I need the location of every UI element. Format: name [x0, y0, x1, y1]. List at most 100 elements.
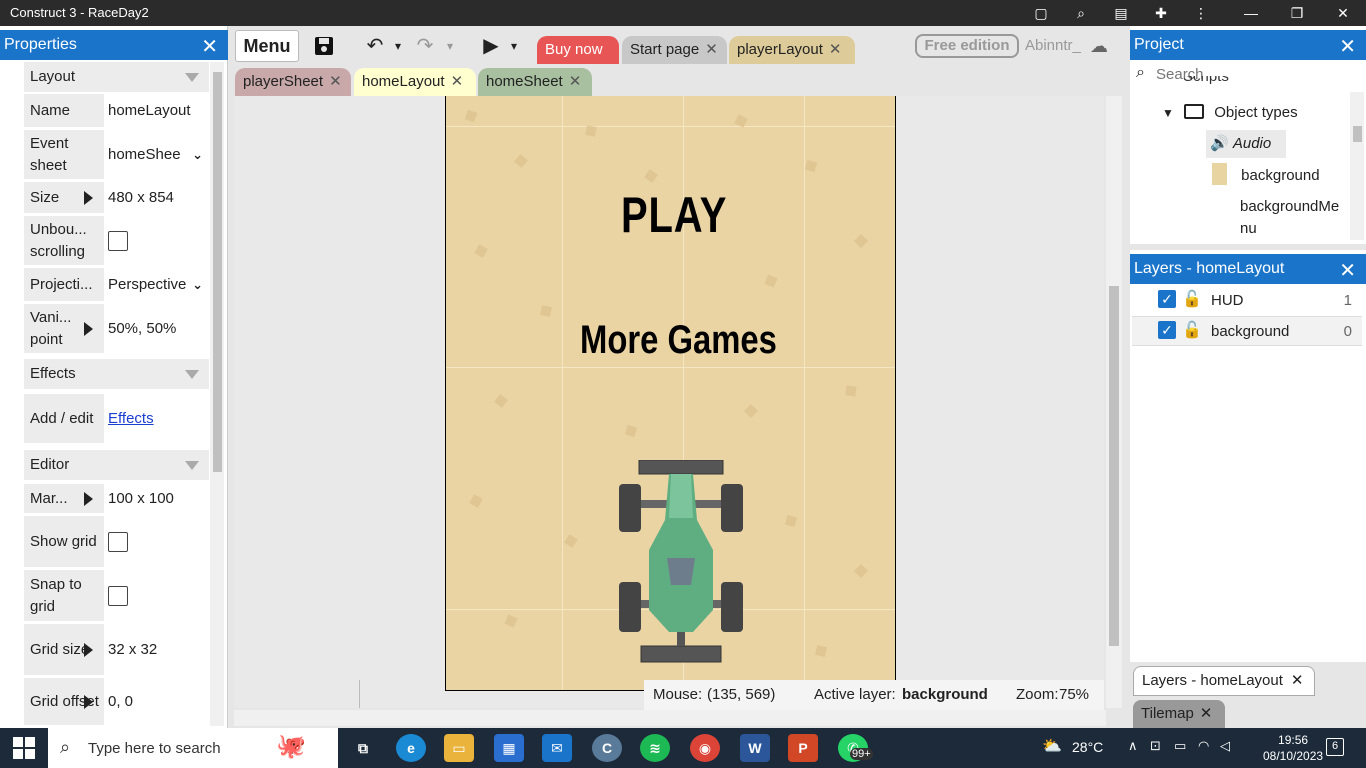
addons-icon[interactable]: ✚	[1150, 3, 1172, 23]
task-view-icon[interactable]: ⧉	[348, 734, 378, 762]
taskbar-search-box[interactable]: ⌕ Type here to search 🐙	[48, 728, 338, 768]
close-tab-icon[interactable]: ✕	[569, 73, 582, 90]
weather-icon[interactable]: ⛅	[1042, 736, 1062, 756]
minimize-icon[interactable]: —	[1240, 3, 1262, 23]
effects-link[interactable]: Effects	[108, 410, 154, 427]
player-layout-tab[interactable]: playerLayout ✕	[729, 36, 855, 64]
section-editor[interactable]: Editor	[24, 450, 209, 480]
home-sheet-tab[interactable]: homeSheet ✕	[478, 68, 592, 96]
close-tab-icon[interactable]: ✕	[829, 41, 842, 58]
search-icon[interactable]: ⌕	[1070, 3, 1092, 23]
more-options-icon[interactable]: ⋮	[1190, 3, 1212, 23]
close-layers-icon[interactable]: ✕	[1339, 258, 1356, 283]
prop-grid-size-value[interactable]: 32 x 32	[104, 624, 209, 675]
close-window-icon[interactable]: ✕	[1332, 3, 1354, 23]
start-page-tab[interactable]: Start page ✕	[622, 36, 727, 64]
store-icon[interactable]: ▦	[494, 734, 524, 762]
properties-scrollbar[interactable]	[210, 62, 224, 726]
close-tab-icon[interactable]: ✕	[329, 73, 342, 90]
prop-vanishing-value[interactable]: 50%, 50%	[104, 304, 209, 353]
canvas-horizontal-scrollbar[interactable]	[234, 710, 1106, 726]
project-scrollbar[interactable]	[1350, 92, 1364, 240]
chevron-up-icon[interactable]: ∧	[1128, 738, 1138, 754]
expand-icon[interactable]	[84, 694, 93, 709]
tree-item-object-types[interactable]: ▼ Object types	[1162, 104, 1298, 121]
expand-icon[interactable]	[84, 491, 93, 506]
collapse-icon[interactable]	[185, 73, 199, 82]
tree-item-background-menu[interactable]: backgroundMenu	[1240, 196, 1346, 240]
race-car-sprite[interactable]	[617, 460, 745, 666]
collapse-icon[interactable]	[185, 461, 199, 470]
menu-button[interactable]: Menu	[235, 30, 299, 62]
scrollbar-thumb[interactable]	[1109, 286, 1119, 646]
clipboard-icon[interactable]: ▢	[1030, 3, 1052, 23]
close-tab-icon[interactable]: ✕	[705, 41, 718, 58]
construct-app-icon[interactable]: C	[592, 734, 622, 762]
undo-icon[interactable]: ↶	[360, 32, 390, 60]
prop-size-value[interactable]: 480 x 854	[104, 182, 209, 213]
tree-item-scripts[interactable]: Scripts	[1183, 76, 1229, 88]
play-button-text[interactable]: PLAY	[621, 186, 727, 244]
more-games-text[interactable]: More Games	[580, 318, 777, 363]
user-name[interactable]: Abinntr_	[1025, 37, 1081, 54]
cloud-offline-icon[interactable]: ☁	[1090, 36, 1116, 56]
tree-item-audio[interactable]: 🔊 Audio	[1206, 130, 1286, 158]
preview-dropdown-icon[interactable]: ▾	[506, 32, 522, 60]
layer-visible-checkbox[interactable]: ✓	[1158, 290, 1176, 308]
edge-icon[interactable]: e	[396, 734, 426, 762]
close-properties-icon[interactable]: ✕	[201, 34, 218, 59]
redo-icon[interactable]: ↷	[410, 32, 440, 60]
tilemap-bottom-tab[interactable]: Tilemap ✕	[1133, 700, 1225, 728]
layer-row-hud[interactable]: ✓ 🔓 HUD 1	[1132, 286, 1362, 316]
scrollbar-thumb[interactable]	[213, 72, 222, 472]
canvas-vertical-scrollbar[interactable]	[1106, 96, 1122, 708]
restore-icon[interactable]: ❐	[1286, 3, 1308, 23]
close-tab-icon[interactable]: ✕	[451, 73, 464, 90]
section-layout[interactable]: Layout	[24, 62, 209, 92]
temperature[interactable]: 28°C	[1072, 739, 1103, 755]
home-layout-tab[interactable]: homeLayout ✕	[354, 68, 476, 98]
notifications-icon[interactable]: 6	[1326, 738, 1344, 756]
project-search-input[interactable]	[1134, 62, 1352, 86]
snap-grid-checkbox[interactable]	[108, 585, 128, 606]
show-grid-checkbox[interactable]	[108, 531, 128, 552]
unbounded-checkbox[interactable]	[108, 230, 128, 251]
free-edition-badge[interactable]: Free edition	[915, 34, 1019, 58]
section-effects[interactable]: Effects	[24, 359, 209, 389]
buy-now-tab[interactable]: Buy now	[537, 36, 619, 64]
powerpoint-icon[interactable]: P	[788, 734, 818, 762]
prop-event-sheet-select[interactable]: homeShee ⌄	[104, 130, 209, 179]
file-explorer-icon[interactable]: ▭	[444, 734, 474, 762]
clock[interactable]: 19:56 08/10/2023	[1263, 732, 1323, 764]
layer-row-background[interactable]: ✓ 🔓 background 0	[1132, 316, 1362, 346]
unlock-icon[interactable]: 🔓	[1182, 289, 1202, 309]
undo-dropdown-icon[interactable]: ▾	[390, 32, 406, 60]
prop-margins-value[interactable]: 100 x 100	[104, 484, 209, 513]
expand-arrow-icon[interactable]: ▼	[1162, 106, 1174, 120]
file-search-icon[interactable]: ▤	[1110, 3, 1132, 23]
volume-icon[interactable]: ◁	[1220, 738, 1230, 754]
chrome-icon[interactable]: ◉	[690, 734, 720, 762]
battery-icon[interactable]: ▭	[1174, 738, 1186, 754]
redo-dropdown-icon[interactable]: ▾	[442, 32, 458, 60]
expand-icon[interactable]	[84, 321, 93, 336]
player-sheet-tab[interactable]: playerSheet ✕	[235, 68, 351, 96]
expand-icon[interactable]	[84, 642, 93, 657]
expand-icon[interactable]	[84, 190, 93, 205]
windows-start-icon[interactable]	[12, 736, 36, 760]
close-tab-icon[interactable]: ✕	[1291, 672, 1304, 689]
network-icon[interactable]: ⊡	[1150, 738, 1161, 754]
unlock-icon[interactable]: 🔓	[1182, 320, 1202, 340]
save-icon[interactable]	[310, 32, 338, 60]
tree-item-background[interactable]: background	[1212, 163, 1320, 185]
prop-name-value[interactable]: homeLayout	[104, 94, 209, 127]
layer-visible-checkbox[interactable]: ✓	[1158, 321, 1176, 339]
word-icon[interactable]: W	[740, 734, 770, 762]
close-tab-icon[interactable]: ✕	[1200, 705, 1213, 722]
mail-icon[interactable]: ✉	[542, 734, 572, 762]
prop-grid-offset-value[interactable]: 0, 0	[104, 678, 209, 725]
close-project-icon[interactable]: ✕	[1339, 34, 1356, 59]
layers-bottom-tab[interactable]: Layers - homeLayout ✕	[1133, 666, 1315, 696]
play-preview-icon[interactable]: ▶	[478, 32, 504, 60]
prop-projection-select[interactable]: Perspective ⌄	[104, 268, 209, 301]
